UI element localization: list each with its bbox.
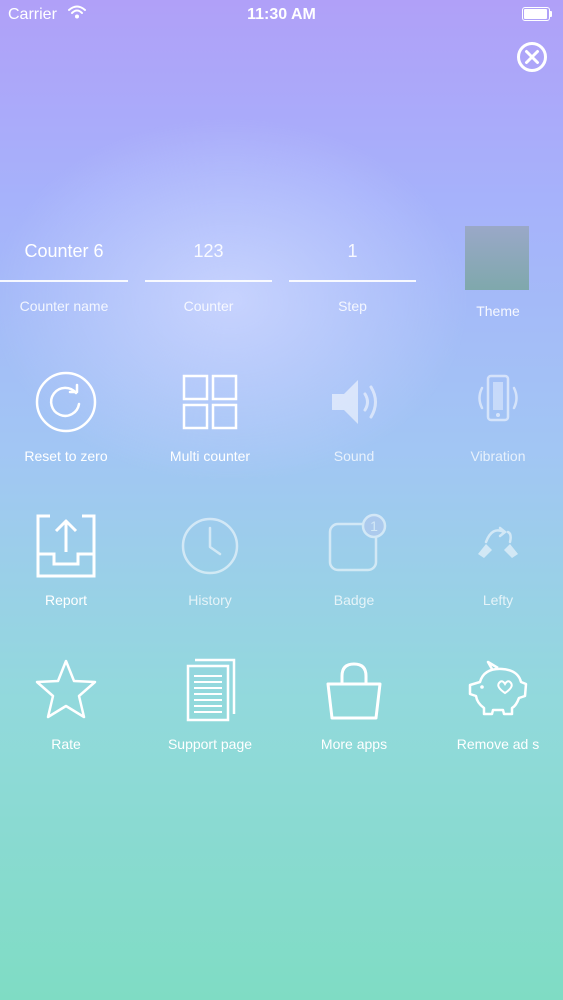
close-icon — [517, 42, 547, 72]
speaker-icon — [322, 370, 386, 434]
grid-icon — [178, 370, 242, 434]
history-button[interactable]: History — [140, 514, 280, 624]
more-apps-button[interactable]: More apps — [284, 658, 424, 768]
reset-to-zero-button[interactable]: Reset to zero — [0, 370, 136, 480]
lefty-button[interactable]: Lefty — [428, 514, 563, 624]
multi-counter-label: Multi counter — [169, 448, 251, 464]
theme-swatch[interactable] — [465, 226, 529, 290]
report-button[interactable]: Report — [0, 514, 136, 624]
sound-label: Sound — [333, 448, 375, 464]
badge-button[interactable]: 1 Badge — [284, 513, 424, 624]
shopping-bag-icon — [322, 658, 386, 722]
counter-label: Counter — [183, 298, 234, 314]
sound-button[interactable]: Sound — [284, 370, 424, 480]
battery-icon — [522, 7, 553, 21]
theme-picker[interactable]: Theme — [450, 226, 546, 326]
support-page-button[interactable]: Support page — [140, 658, 280, 768]
clock-icon — [178, 514, 242, 578]
star-icon — [34, 658, 98, 722]
multi-counter-button[interactable]: Multi counter — [140, 370, 280, 480]
step-field[interactable]: 1 Step — [289, 236, 416, 326]
reset-icon — [34, 370, 98, 434]
counter-name-underline — [0, 280, 128, 282]
step-input[interactable]: 1 — [289, 241, 416, 262]
lefty-label: Lefty — [482, 592, 514, 608]
rate-label: Rate — [51, 736, 81, 752]
more-apps-label: More apps — [320, 736, 388, 752]
reset-to-zero-label: Reset to zero — [24, 448, 108, 464]
remove-ads-label: Remove ad s — [456, 736, 540, 752]
badge-label: Badge — [333, 592, 375, 608]
theme-label: Theme — [476, 303, 520, 319]
status-time: 11:30 AM — [247, 6, 316, 23]
vibration-icon — [466, 370, 530, 434]
support-page-label: Support page — [167, 736, 253, 752]
vibration-label: Vibration — [470, 448, 526, 464]
badge-icon: 1 — [322, 513, 387, 578]
piggy-bank-icon — [466, 658, 530, 722]
document-icon — [178, 658, 242, 722]
report-label: Report — [44, 592, 88, 608]
counter-name-label: Counter name — [19, 298, 109, 314]
remove-ads-button[interactable]: Remove ad s — [428, 658, 563, 768]
counter-input[interactable]: 123 — [145, 241, 272, 262]
counter-name-field[interactable]: Counter 6 Counter name — [0, 236, 128, 326]
vibration-button[interactable]: Vibration — [428, 370, 563, 480]
step-label: Step — [338, 298, 367, 314]
counter-underline — [145, 280, 272, 282]
close-button[interactable] — [516, 41, 548, 73]
export-icon — [34, 514, 98, 578]
rate-button[interactable]: Rate — [0, 658, 136, 768]
status-bar: Carrier 11:30 AM — [0, 0, 563, 30]
hands-icon — [466, 514, 530, 578]
counter-field[interactable]: 123 Counter — [145, 236, 272, 326]
counter-name-input[interactable]: Counter 6 — [0, 241, 128, 262]
step-underline — [289, 280, 416, 282]
history-label: History — [188, 592, 232, 608]
badge-count: 1 — [370, 518, 378, 534]
